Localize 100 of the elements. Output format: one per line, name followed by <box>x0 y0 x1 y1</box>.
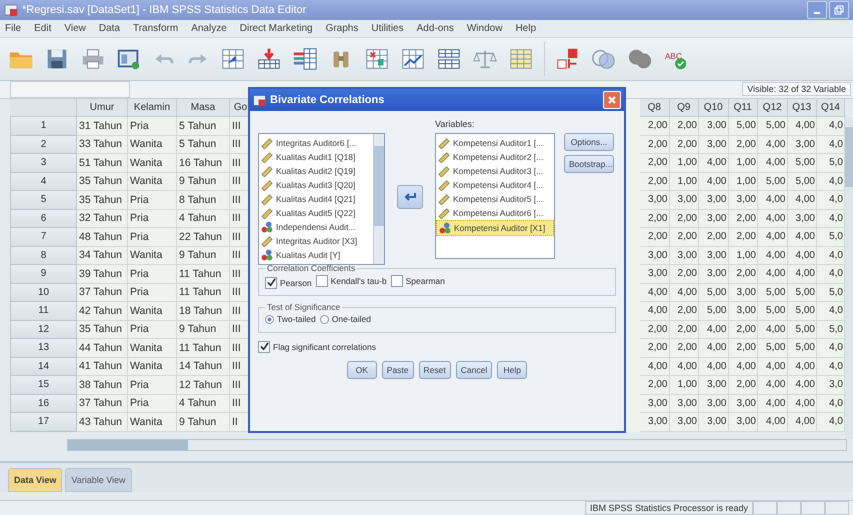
menu-item[interactable]: Transform <box>132 23 178 34</box>
list-scrollbar[interactable] <box>373 134 384 264</box>
dialog-button[interactable]: Bootstrap... <box>564 155 614 173</box>
column-header[interactable]: Umur <box>77 98 128 118</box>
variable-item[interactable]: Kualitas Audit4 [Q21] <box>259 192 373 206</box>
table-icon[interactable] <box>364 46 390 71</box>
column-header[interactable]: Kelamin <box>128 98 177 118</box>
column-header[interactable]: Q10 <box>699 98 728 118</box>
dialog-button[interactable]: Reset <box>418 360 451 378</box>
menu-item[interactable]: Add-ons <box>416 23 454 34</box>
dialog-button[interactable]: Options... <box>564 133 614 151</box>
menu-item[interactable]: Utilities <box>371 23 404 34</box>
table-cell: 5,00 <box>788 154 817 173</box>
table-cell: 2,00 <box>670 228 699 247</box>
variable-item[interactable]: Kualitas Audit1 [Q18] <box>259 150 373 164</box>
variable-item[interactable]: Kompetensi Auditor6 [... <box>436 206 554 220</box>
radio-button[interactable] <box>265 314 274 324</box>
dialog-button[interactable]: Paste <box>382 360 414 378</box>
variable-item[interactable]: Integritas Auditor [X3] <box>259 234 373 248</box>
menu-item[interactable]: View <box>64 23 86 34</box>
move-button[interactable] <box>397 185 423 209</box>
table-icon[interactable] <box>436 46 462 71</box>
row-number[interactable]: 13 <box>10 339 77 358</box>
column-header[interactable]: Q13 <box>788 98 817 118</box>
row-number[interactable]: 15 <box>10 376 77 395</box>
table-cell: 4,00 <box>699 358 728 376</box>
variable-item[interactable]: Kualitas Audit [Y] <box>259 248 373 262</box>
insert-row-icon[interactable] <box>256 46 282 71</box>
radio-button[interactable] <box>320 314 329 324</box>
variable-item[interactable]: Kualitas Audit2 [Q19] <box>259 164 373 178</box>
row-number[interactable]: 5 <box>10 191 77 210</box>
menu-item[interactable]: Graphs <box>326 23 358 34</box>
variable-item[interactable]: Kompetensi Auditor [X1] <box>436 220 554 236</box>
row-number[interactable]: 1 <box>10 117 77 136</box>
variable-item[interactable]: Kompetensi Auditor5 [... <box>436 192 554 206</box>
row-number[interactable]: 16 <box>10 394 77 414</box>
menu-item[interactable]: Data <box>98 23 120 34</box>
variable-item[interactable]: Kompetensi Auditor2 [... <box>436 150 554 164</box>
dialog-button[interactable]: OK <box>346 360 377 378</box>
view-tab[interactable]: Variable View <box>65 468 132 492</box>
column-header[interactable]: Q8 <box>640 98 670 118</box>
variables-icon[interactable] <box>292 46 318 71</box>
row-number[interactable]: 6 <box>10 210 77 228</box>
circles-icon[interactable] <box>627 46 653 71</box>
row-number[interactable]: 3 <box>10 154 77 173</box>
column-header[interactable]: Q11 <box>728 98 758 118</box>
variable-item[interactable]: Kompetensi Auditor4 [... <box>436 178 554 192</box>
row-number[interactable]: 4 <box>10 172 77 192</box>
dialog-button[interactable]: Help <box>497 360 528 378</box>
row-number[interactable]: 11 <box>10 302 77 321</box>
row-number[interactable]: 2 <box>10 136 77 154</box>
column-header[interactable]: Q9 <box>670 98 699 118</box>
close-button[interactable] <box>603 91 621 109</box>
row-number[interactable]: 9 <box>10 265 77 284</box>
view-tab[interactable]: Data View <box>8 468 62 492</box>
table-cell: 4,00 <box>758 154 788 173</box>
source-variable-list[interactable]: Integritas Auditor6 [... Kualitas Audit1 [Q18] Kualitas Audit2 [Q19] Kualitas Audit3 [Q20] Kualitas Audit4 [Q21] Kualitas Audit5 [Q22] Independensi Audit... Integritas Auditor [X3] Kualitas Audit [Y] <box>258 133 385 265</box>
printer-icon[interactable] <box>80 46 106 71</box>
column-header[interactable]: Q12 <box>758 98 788 118</box>
variable-item[interactable]: Kualitas Audit3 [Q20] <box>259 178 373 192</box>
restore-button[interactable] <box>829 0 849 19</box>
row-number[interactable]: 12 <box>10 320 77 340</box>
table-cell: 3,00 <box>699 136 728 154</box>
table-cell: 11 Tahun <box>177 339 230 358</box>
table-cell: 3,00 <box>699 413 728 432</box>
checkbox[interactable] <box>316 275 328 287</box>
target-variable-list[interactable]: Kompetensi Auditor1 [... Kompetensi Auditor2 [... Kompetensi Auditor3 [... Kompetensi Auditor4 [... Kompetensi Auditor5 [... Kompetensi Auditor6 [... Kompetensi Auditor [X1] <box>435 133 555 259</box>
table-cell: 4,00 <box>758 136 788 154</box>
dialog-button[interactable]: Cancel <box>456 360 492 378</box>
table-cell: 2,00 <box>640 376 670 395</box>
menu-item[interactable]: Help <box>515 23 536 34</box>
checkbox[interactable] <box>258 340 270 352</box>
checkbox[interactable] <box>265 276 277 288</box>
chart-table-icon[interactable] <box>400 46 426 71</box>
variable-item[interactable]: Kualitas Audit5 [Q22] <box>259 206 373 220</box>
restore-icon <box>834 4 844 15</box>
variable-item[interactable]: Independensi Audit... <box>259 220 373 234</box>
horizontal-scrollbar[interactable] <box>67 438 847 451</box>
row-number[interactable]: 7 <box>10 228 77 247</box>
table-cell: Wanita <box>128 246 177 266</box>
cell-reference-field[interactable] <box>10 80 130 98</box>
menu-item[interactable]: Edit <box>34 23 52 34</box>
row-number[interactable]: 8 <box>10 246 77 266</box>
menu-item[interactable]: Analyze <box>191 23 227 34</box>
row-number[interactable]: 14 <box>10 358 77 376</box>
vertical-scrollbar[interactable] <box>845 116 853 439</box>
table-icon[interactable] <box>220 46 246 71</box>
variable-item[interactable]: Integritas Auditor6 [... <box>259 136 373 150</box>
menu-item[interactable]: Window <box>466 23 502 34</box>
column-header[interactable]: Masa <box>177 98 230 118</box>
menu-item[interactable]: File <box>5 23 22 34</box>
row-number[interactable]: 10 <box>10 284 77 302</box>
minimize-button[interactable] <box>807 0 827 19</box>
menu-item[interactable]: Direct Marketing <box>240 23 313 34</box>
ruler-icon <box>261 193 273 205</box>
variable-item[interactable]: Kompetensi Auditor3 [... <box>436 164 554 178</box>
row-number[interactable]: 17 <box>10 413 77 432</box>
variable-item[interactable]: Kompetensi Auditor1 [... <box>436 136 554 150</box>
checkbox[interactable] <box>390 275 403 287</box>
column-header[interactable]: Q14 <box>817 98 845 118</box>
